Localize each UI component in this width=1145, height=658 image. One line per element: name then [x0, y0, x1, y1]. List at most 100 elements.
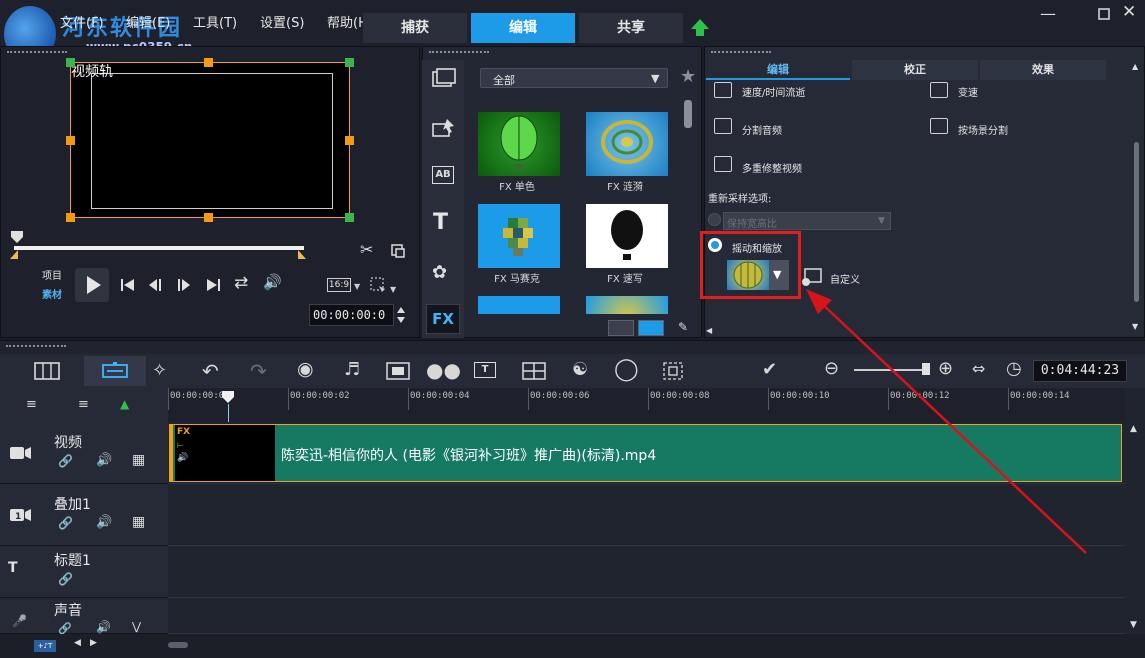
time-remap-icon[interactable]: ☯: [572, 359, 588, 380]
link-icon[interactable]: 🔗: [58, 516, 73, 530]
crop-handle[interactable]: [204, 213, 213, 222]
edit-icon[interactable]: ✎: [678, 320, 688, 334]
speed-timelapse-option[interactable]: 速度/时间流逝: [742, 84, 805, 99]
panel-grip[interactable]: [7, 51, 67, 54]
customize-icon[interactable]: [800, 268, 824, 288]
track-lane-title[interactable]: [168, 546, 1125, 598]
timeline-hscrollbar-thumb[interactable]: [168, 642, 188, 648]
track-lane-voice[interactable]: [168, 598, 1125, 634]
scissors-icon[interactable]: ✂: [360, 240, 373, 259]
mute-icon[interactable]: 🔊: [96, 515, 112, 530]
aspect-ratio-button[interactable]: 16:9: [327, 278, 351, 292]
crop-handle[interactable]: [345, 136, 354, 145]
view-list-button[interactable]: [608, 320, 634, 336]
play-button[interactable]: [75, 268, 109, 302]
scroll-down-icon[interactable]: ▼: [1130, 620, 1137, 630]
crop-handle[interactable]: [345, 213, 354, 222]
timecode-stepper[interactable]: [396, 305, 406, 325]
add-track-icon[interactable]: +♪T: [34, 640, 56, 652]
split-by-scene-option[interactable]: 按场景分割: [958, 122, 1008, 137]
scrubber-handle[interactable]: [10, 230, 26, 244]
instant-project-icon[interactable]: [432, 118, 456, 138]
effect-thumbnail-ripple[interactable]: [586, 112, 668, 176]
title-icon[interactable]: T: [433, 210, 448, 235]
video-clip[interactable]: FX ⊢ 🔊 陈奕迅-相信你的人 (电影《银河补习班》推广曲)(标清).mp4: [169, 424, 1122, 482]
view-grid-button[interactable]: [638, 320, 664, 336]
redo-icon[interactable]: ↷: [250, 359, 267, 383]
scrubber-track[interactable]: [14, 246, 304, 250]
track-header-overlay[interactable]: 1 叠加1 🔗 🔊 ▦: [0, 484, 168, 546]
chevron-down-icon[interactable]: ▼: [354, 282, 360, 291]
library-filter-dropdown[interactable]: 全部 ▼: [480, 68, 668, 88]
storyboard-view-icon[interactable]: [34, 362, 60, 380]
track-header-title[interactable]: T 标题1 🔗: [0, 546, 168, 598]
upload-arrow-icon[interactable]: [690, 18, 710, 38]
subtitle-editor-icon[interactable]: T: [474, 362, 496, 378]
options-tab-edit[interactable]: 编辑: [706, 60, 850, 80]
menu-edit[interactable]: 编辑(E): [126, 12, 170, 31]
menu-tools[interactable]: 工具(T): [193, 12, 237, 31]
menu-settings[interactable]: 设置(S): [260, 12, 304, 31]
ripple-edit-icon[interactable]: ▲: [120, 397, 129, 411]
multi-trim-option[interactable]: 多重修整视频: [742, 160, 802, 175]
transition-icon[interactable]: AB: [432, 166, 454, 184]
zoom-slider-thumb[interactable]: [922, 363, 930, 375]
expand-icon[interactable]: ⋁: [132, 620, 141, 633]
panel-grip[interactable]: [429, 51, 489, 54]
checkerboard-icon[interactable]: ▦: [132, 514, 145, 530]
mask-creator-icon[interactable]: ◯: [614, 357, 639, 382]
scroll-up-icon[interactable]: ▲: [1130, 424, 1137, 434]
motion-tracking-icon[interactable]: ●●: [426, 358, 461, 382]
preview-screen[interactable]: 视频轨: [66, 58, 354, 222]
smart-package-icon[interactable]: ✔: [762, 359, 777, 380]
panel-grip[interactable]: [6, 345, 66, 348]
track-lane-overlay[interactable]: [168, 484, 1125, 546]
fit-project-icon[interactable]: ⇔: [972, 359, 985, 378]
options-tab-correction[interactable]: 校正: [852, 60, 978, 80]
media-library-icon[interactable]: [432, 68, 456, 88]
close-icon[interactable]: ✕: [1122, 2, 1136, 22]
effect-thumbnail-sketch[interactable]: [586, 204, 668, 268]
zoom-in-icon[interactable]: ⊕: [938, 358, 953, 379]
chevron-down-icon[interactable]: ▼: [390, 285, 396, 294]
mute-icon[interactable]: 🔊: [96, 453, 112, 468]
pan-zoom-tool-icon[interactable]: [662, 361, 684, 381]
split-audio-option[interactable]: 分割音频: [742, 122, 782, 137]
maximize-icon[interactable]: [1098, 8, 1110, 20]
keep-ratio-dropdown[interactable]: 保持宽高比 ▼: [723, 212, 891, 230]
timecode-field[interactable]: 00:00:00:0: [309, 304, 394, 326]
chapter-point-icon[interactable]: ≡: [78, 397, 89, 412]
zoom-out-icon[interactable]: ⊖: [824, 358, 839, 379]
effect-thumbnail[interactable]: [478, 296, 560, 314]
track-header-voice[interactable]: 🎤 声音 🔗 🔊 ⋁: [0, 598, 168, 635]
playhead-handle[interactable]: [221, 390, 235, 404]
zoom-slider-track[interactable]: [854, 369, 930, 371]
undo-icon[interactable]: ↶: [202, 359, 219, 383]
tools-icon[interactable]: ✧: [152, 360, 167, 381]
scroll-right-icon[interactable]: ▶: [90, 638, 97, 648]
menu-file[interactable]: 文件(F): [60, 12, 104, 31]
crop-tool-icon[interactable]: [370, 277, 386, 293]
variable-speed-option[interactable]: 变速: [958, 84, 978, 99]
scroll-left-icon[interactable]: ◀: [706, 326, 712, 335]
crop-handle[interactable]: [66, 136, 75, 145]
mute-icon[interactable]: 🔊: [96, 620, 111, 634]
auto-music-icon[interactable]: [386, 362, 410, 380]
options-scrollbar[interactable]: ▲ ▼: [1132, 62, 1142, 338]
crop-handle[interactable]: [66, 213, 75, 222]
checkerboard-icon[interactable]: ▦: [132, 452, 145, 468]
repeat-icon[interactable]: ⇄: [234, 273, 248, 293]
effect-thumbnail-mosaic[interactable]: [478, 204, 560, 268]
timeline-view-button[interactable]: [84, 356, 146, 386]
options-tab-effect[interactable]: 效果: [980, 60, 1106, 80]
crop-handle[interactable]: [204, 58, 213, 67]
graphics-icon[interactable]: ✿: [432, 262, 447, 283]
panel-grip[interactable]: [711, 51, 771, 54]
track-manager-icon[interactable]: ≡: [26, 397, 37, 412]
effect-thumbnail[interactable]: [586, 296, 668, 314]
link-icon[interactable]: 🔗: [58, 454, 73, 468]
record-capture-icon[interactable]: ◉: [297, 358, 314, 380]
minimize-icon[interactable]: —: [1040, 4, 1056, 23]
tab-capture[interactable]: 捕获: [363, 13, 467, 43]
mode-clip[interactable]: 素材: [42, 286, 62, 301]
